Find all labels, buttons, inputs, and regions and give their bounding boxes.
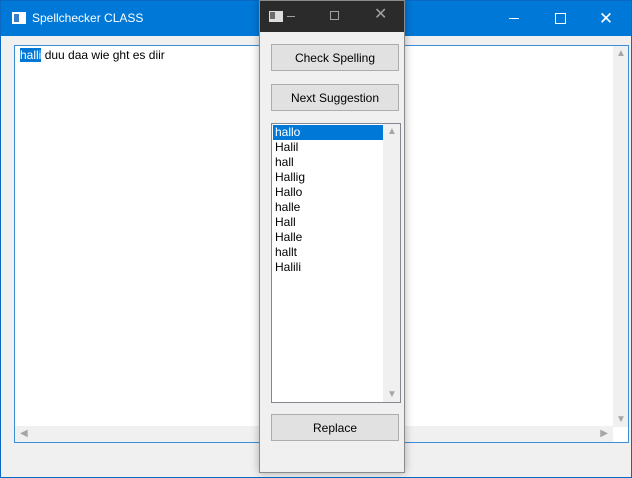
list-scrollbar[interactable]: ▲ ▼	[383, 124, 400, 402]
minimize-icon	[509, 18, 519, 19]
maximize-icon	[554, 13, 566, 24]
dialog-titlebar[interactable]: ✕	[260, 1, 404, 32]
spellcheck-dialog: ✕ Check Spelling Next Suggestion hallo Ha…	[259, 0, 405, 473]
suggestion-item[interactable]: Halili	[273, 260, 383, 275]
suggestion-item[interactable]: hall	[273, 155, 383, 170]
suggestions-list[interactable]: hallo Halil hall Hallig Hallo halle Hall Halle h…	[273, 125, 383, 275]
maximize-button[interactable]	[537, 1, 583, 36]
app-window-icon	[12, 12, 26, 24]
editor-content[interactable]: halli duu daa wie ght es diir	[20, 48, 165, 62]
suggestion-item[interactable]: Hallig	[273, 170, 383, 185]
minimize-button[interactable]	[491, 1, 537, 36]
dialog-maximize-icon[interactable]	[330, 11, 339, 20]
check-spelling-button[interactable]: Check Spelling	[271, 44, 399, 71]
vertical-scrollbar[interactable]: ▲ ▼	[613, 46, 628, 427]
suggestion-item[interactable]: hallo	[273, 125, 383, 140]
selected-word[interactable]: halli	[20, 48, 42, 62]
next-suggestion-button[interactable]: Next Suggestion	[271, 84, 399, 111]
scroll-up-icon[interactable]: ▲	[616, 48, 626, 59]
scroll-down-icon[interactable]: ▼	[616, 414, 626, 425]
editor-text[interactable]: duu daa wie ght es diir	[41, 48, 165, 62]
window-title: Spellchecker CLASS	[32, 11, 144, 25]
scroll-left-icon[interactable]: ◀	[20, 428, 28, 439]
close-button[interactable]: ✕	[583, 1, 629, 36]
suggestion-item[interactable]: halle	[273, 200, 383, 215]
close-icon: ✕	[598, 9, 614, 28]
replace-button[interactable]: Replace	[271, 414, 399, 441]
suggestion-item[interactable]: Halil	[273, 140, 383, 155]
dialog-minimize-icon[interactable]	[287, 16, 295, 17]
suggestion-item[interactable]: Halle	[273, 230, 383, 245]
suggestions-listbox[interactable]: hallo Halil hall Hallig Hallo halle Hall Halle h…	[271, 123, 401, 403]
list-scroll-down-icon[interactable]: ▼	[387, 389, 397, 400]
list-scroll-up-icon[interactable]: ▲	[387, 126, 397, 137]
suggestion-item[interactable]: Hallo	[273, 185, 383, 200]
dialog-window-icon	[269, 11, 283, 22]
suggestion-item[interactable]: Hall	[273, 215, 383, 230]
scroll-right-icon[interactable]: ▶	[600, 428, 608, 439]
suggestion-item[interactable]: hallt	[273, 245, 383, 260]
dialog-close-icon[interactable]: ✕	[374, 7, 387, 23]
